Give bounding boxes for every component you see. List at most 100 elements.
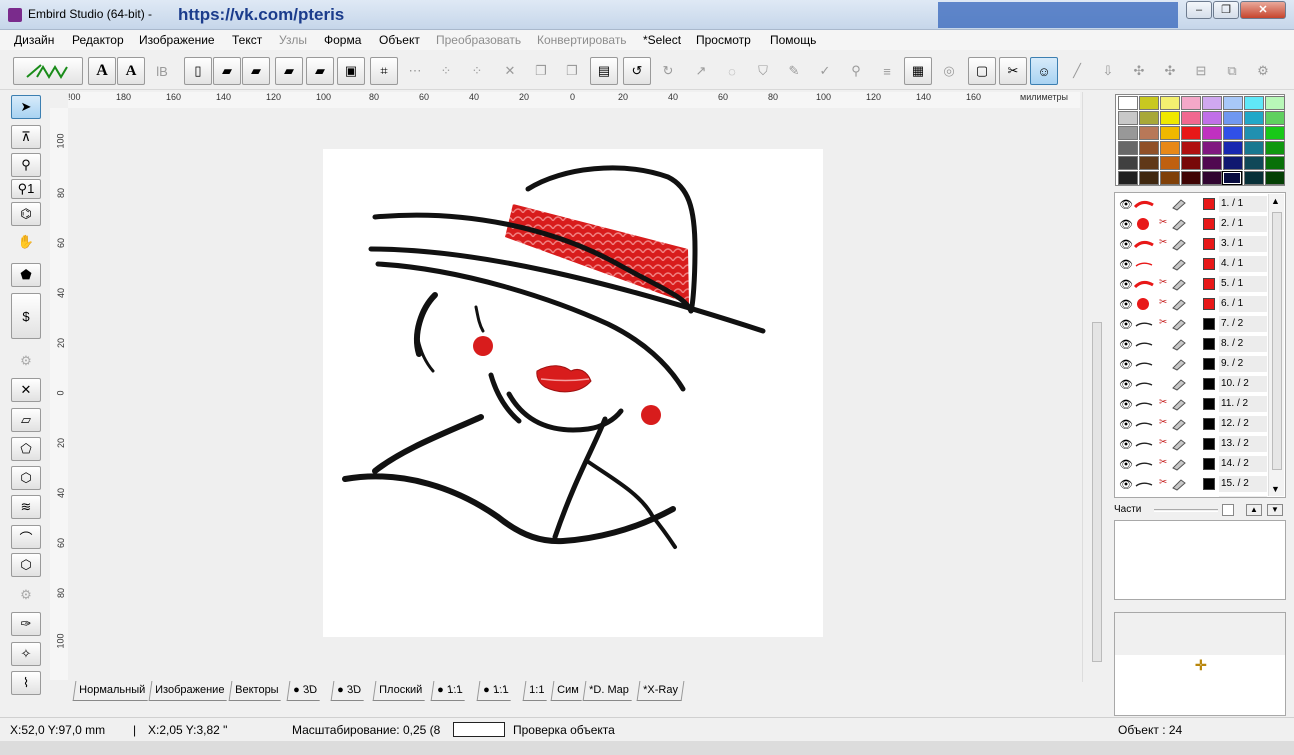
- dots-a-icon[interactable]: ⋯: [401, 57, 429, 85]
- scroll-up-icon[interactable]: ▲: [1271, 196, 1280, 206]
- color-swatch[interactable]: [1202, 126, 1222, 140]
- menu-shape[interactable]: Форма: [324, 33, 361, 47]
- object-row[interactable]: 👁 ✂ 3. / 1: [1115, 234, 1271, 254]
- menu-convert[interactable]: Конвертировать: [537, 33, 627, 47]
- tab-sim[interactable]: Сим: [550, 681, 585, 701]
- eye-icon[interactable]: 👁: [1119, 298, 1133, 311]
- eye-icon[interactable]: 👁: [1119, 398, 1133, 411]
- color-swatch[interactable]: [1160, 141, 1180, 155]
- color-swatch[interactable]: [1202, 156, 1222, 170]
- color-swatch[interactable]: [1181, 156, 1201, 170]
- object-row[interactable]: 👁 4. / 1: [1115, 254, 1271, 274]
- menu-nodes[interactable]: Узлы: [279, 33, 307, 47]
- redo-icon[interactable]: ↻: [654, 57, 682, 85]
- tab-x-ray[interactable]: *X-Ray: [636, 681, 685, 701]
- open-folder-icon[interactable]: ▰: [275, 57, 303, 85]
- tool-k-icon[interactable]: ╱: [1063, 57, 1091, 85]
- color-swatch[interactable]: [1160, 111, 1180, 125]
- tool-c-icon[interactable]: ✓: [811, 57, 839, 85]
- minimize-button[interactable]: –: [1186, 1, 1212, 19]
- text-ab-icon[interactable]: lB: [148, 57, 176, 85]
- color-swatch[interactable]: [1181, 126, 1201, 140]
- design-hoop[interactable]: [323, 149, 823, 637]
- object-row[interactable]: 👁 ✂ 13. / 2: [1115, 434, 1271, 454]
- color-swatch[interactable]: [1181, 171, 1201, 185]
- new-doc-icon[interactable]: ▯: [184, 57, 212, 85]
- color-swatch[interactable]: [1244, 111, 1264, 125]
- fill-shape-icon[interactable]: ⬟: [11, 263, 41, 287]
- gear2-icon[interactable]: ⚙: [11, 583, 41, 607]
- tool-o-icon[interactable]: ⊟: [1187, 57, 1215, 85]
- menu-image[interactable]: Изображение: [139, 33, 215, 47]
- eye-icon[interactable]: 👁: [1119, 478, 1133, 491]
- color-swatch[interactable]: [1139, 111, 1159, 125]
- tool-a-icon[interactable]: ↗: [687, 57, 715, 85]
- object-row[interactable]: 👁 10. / 2: [1115, 374, 1271, 394]
- shape-icon[interactable]: ⬡: [11, 553, 41, 577]
- tab-1-1-b[interactable]: ● 1:1: [476, 681, 514, 701]
- draw-d-icon[interactable]: ⬡: [11, 466, 41, 490]
- tool-d-icon[interactable]: ⚲: [842, 57, 870, 85]
- color-swatch[interactable]: [1265, 96, 1285, 110]
- color-swatch[interactable]: [1118, 141, 1138, 155]
- shirt-icon[interactable]: ⛉: [749, 57, 777, 85]
- scroll-thumb[interactable]: [1092, 322, 1102, 662]
- color-swatch[interactable]: [1223, 126, 1243, 140]
- color-swatch[interactable]: [1265, 171, 1285, 185]
- tool-b-icon[interactable]: ◌: [718, 57, 746, 85]
- tab-image[interactable]: Изображение: [148, 681, 230, 701]
- menu-help[interactable]: Помощь: [770, 33, 816, 47]
- tool-e-icon[interactable]: ≡: [873, 57, 901, 85]
- tool-f-icon[interactable]: ▦: [904, 57, 932, 85]
- object-row[interactable]: 👁 ✂ 12. / 2: [1115, 414, 1271, 434]
- eye-icon[interactable]: 👁: [1119, 278, 1133, 291]
- color-swatch[interactable]: [1223, 141, 1243, 155]
- color-swatch[interactable]: [1118, 111, 1138, 125]
- tab-1-1-a[interactable]: ● 1:1: [430, 681, 468, 701]
- eye-icon[interactable]: 👁: [1119, 318, 1133, 331]
- hand-flat-icon[interactable]: ✋: [11, 230, 41, 254]
- color-swatch[interactable]: [1202, 96, 1222, 110]
- tool-g-icon[interactable]: ◎: [935, 57, 963, 85]
- menu-view[interactable]: Просмотр: [696, 33, 751, 47]
- color-swatch[interactable]: [1202, 111, 1222, 125]
- stitch-wand-icon[interactable]: [13, 57, 83, 85]
- hand-tool-icon[interactable]: ⌬: [11, 202, 41, 226]
- ruler-icon[interactable]: ⌇: [11, 671, 41, 695]
- curve-icon[interactable]: ⌒: [11, 525, 41, 549]
- color-swatch[interactable]: [1139, 171, 1159, 185]
- close-button[interactable]: ✕: [1240, 1, 1286, 19]
- object-row[interactable]: 👁 ✂ 5. / 1: [1115, 274, 1271, 294]
- object-row[interactable]: 👁 1. / 1: [1115, 194, 1271, 214]
- color-swatch[interactable]: [1265, 111, 1285, 125]
- tool-q-icon[interactable]: ⚙: [1249, 57, 1277, 85]
- menu-text[interactable]: Текст: [232, 33, 262, 47]
- color-swatch[interactable]: [1181, 141, 1201, 155]
- color-swatch[interactable]: [1223, 96, 1243, 110]
- draw-c-icon[interactable]: ⬠: [11, 437, 41, 461]
- draw-e-icon[interactable]: ≋: [11, 495, 41, 519]
- color-swatch[interactable]: [1202, 171, 1222, 185]
- color-swatch[interactable]: [1244, 141, 1264, 155]
- eye-icon[interactable]: 👁: [1119, 418, 1133, 431]
- wand-icon[interactable]: ✧: [11, 642, 41, 666]
- menu-transform[interactable]: Преобразовать: [436, 33, 521, 47]
- dots-b-icon[interactable]: ⁘: [432, 57, 460, 85]
- color-swatch[interactable]: [1118, 156, 1138, 170]
- color-swatch[interactable]: [1244, 126, 1264, 140]
- knife-icon[interactable]: ✑: [11, 612, 41, 636]
- gear-icon[interactable]: ⚙: [11, 349, 41, 373]
- color-swatch[interactable]: [1244, 156, 1264, 170]
- object-row[interactable]: 👁 8. / 2: [1115, 334, 1271, 354]
- eye-icon[interactable]: 👁: [1119, 458, 1133, 471]
- copy-a-icon[interactable]: ❐: [527, 57, 555, 85]
- color-swatch[interactable]: [1118, 171, 1138, 185]
- color-swatch[interactable]: [1160, 96, 1180, 110]
- parts-checkbox[interactable]: [1222, 504, 1234, 516]
- tab-normal[interactable]: Нормальный: [72, 681, 151, 701]
- color-swatch[interactable]: [1265, 126, 1285, 140]
- parts-down-button[interactable]: ▼: [1267, 504, 1283, 516]
- edit-nodes-icon[interactable]: ⊼: [11, 125, 41, 149]
- tool-p-icon[interactable]: ⧉: [1218, 57, 1246, 85]
- tool-h-icon[interactable]: ▢: [968, 57, 996, 85]
